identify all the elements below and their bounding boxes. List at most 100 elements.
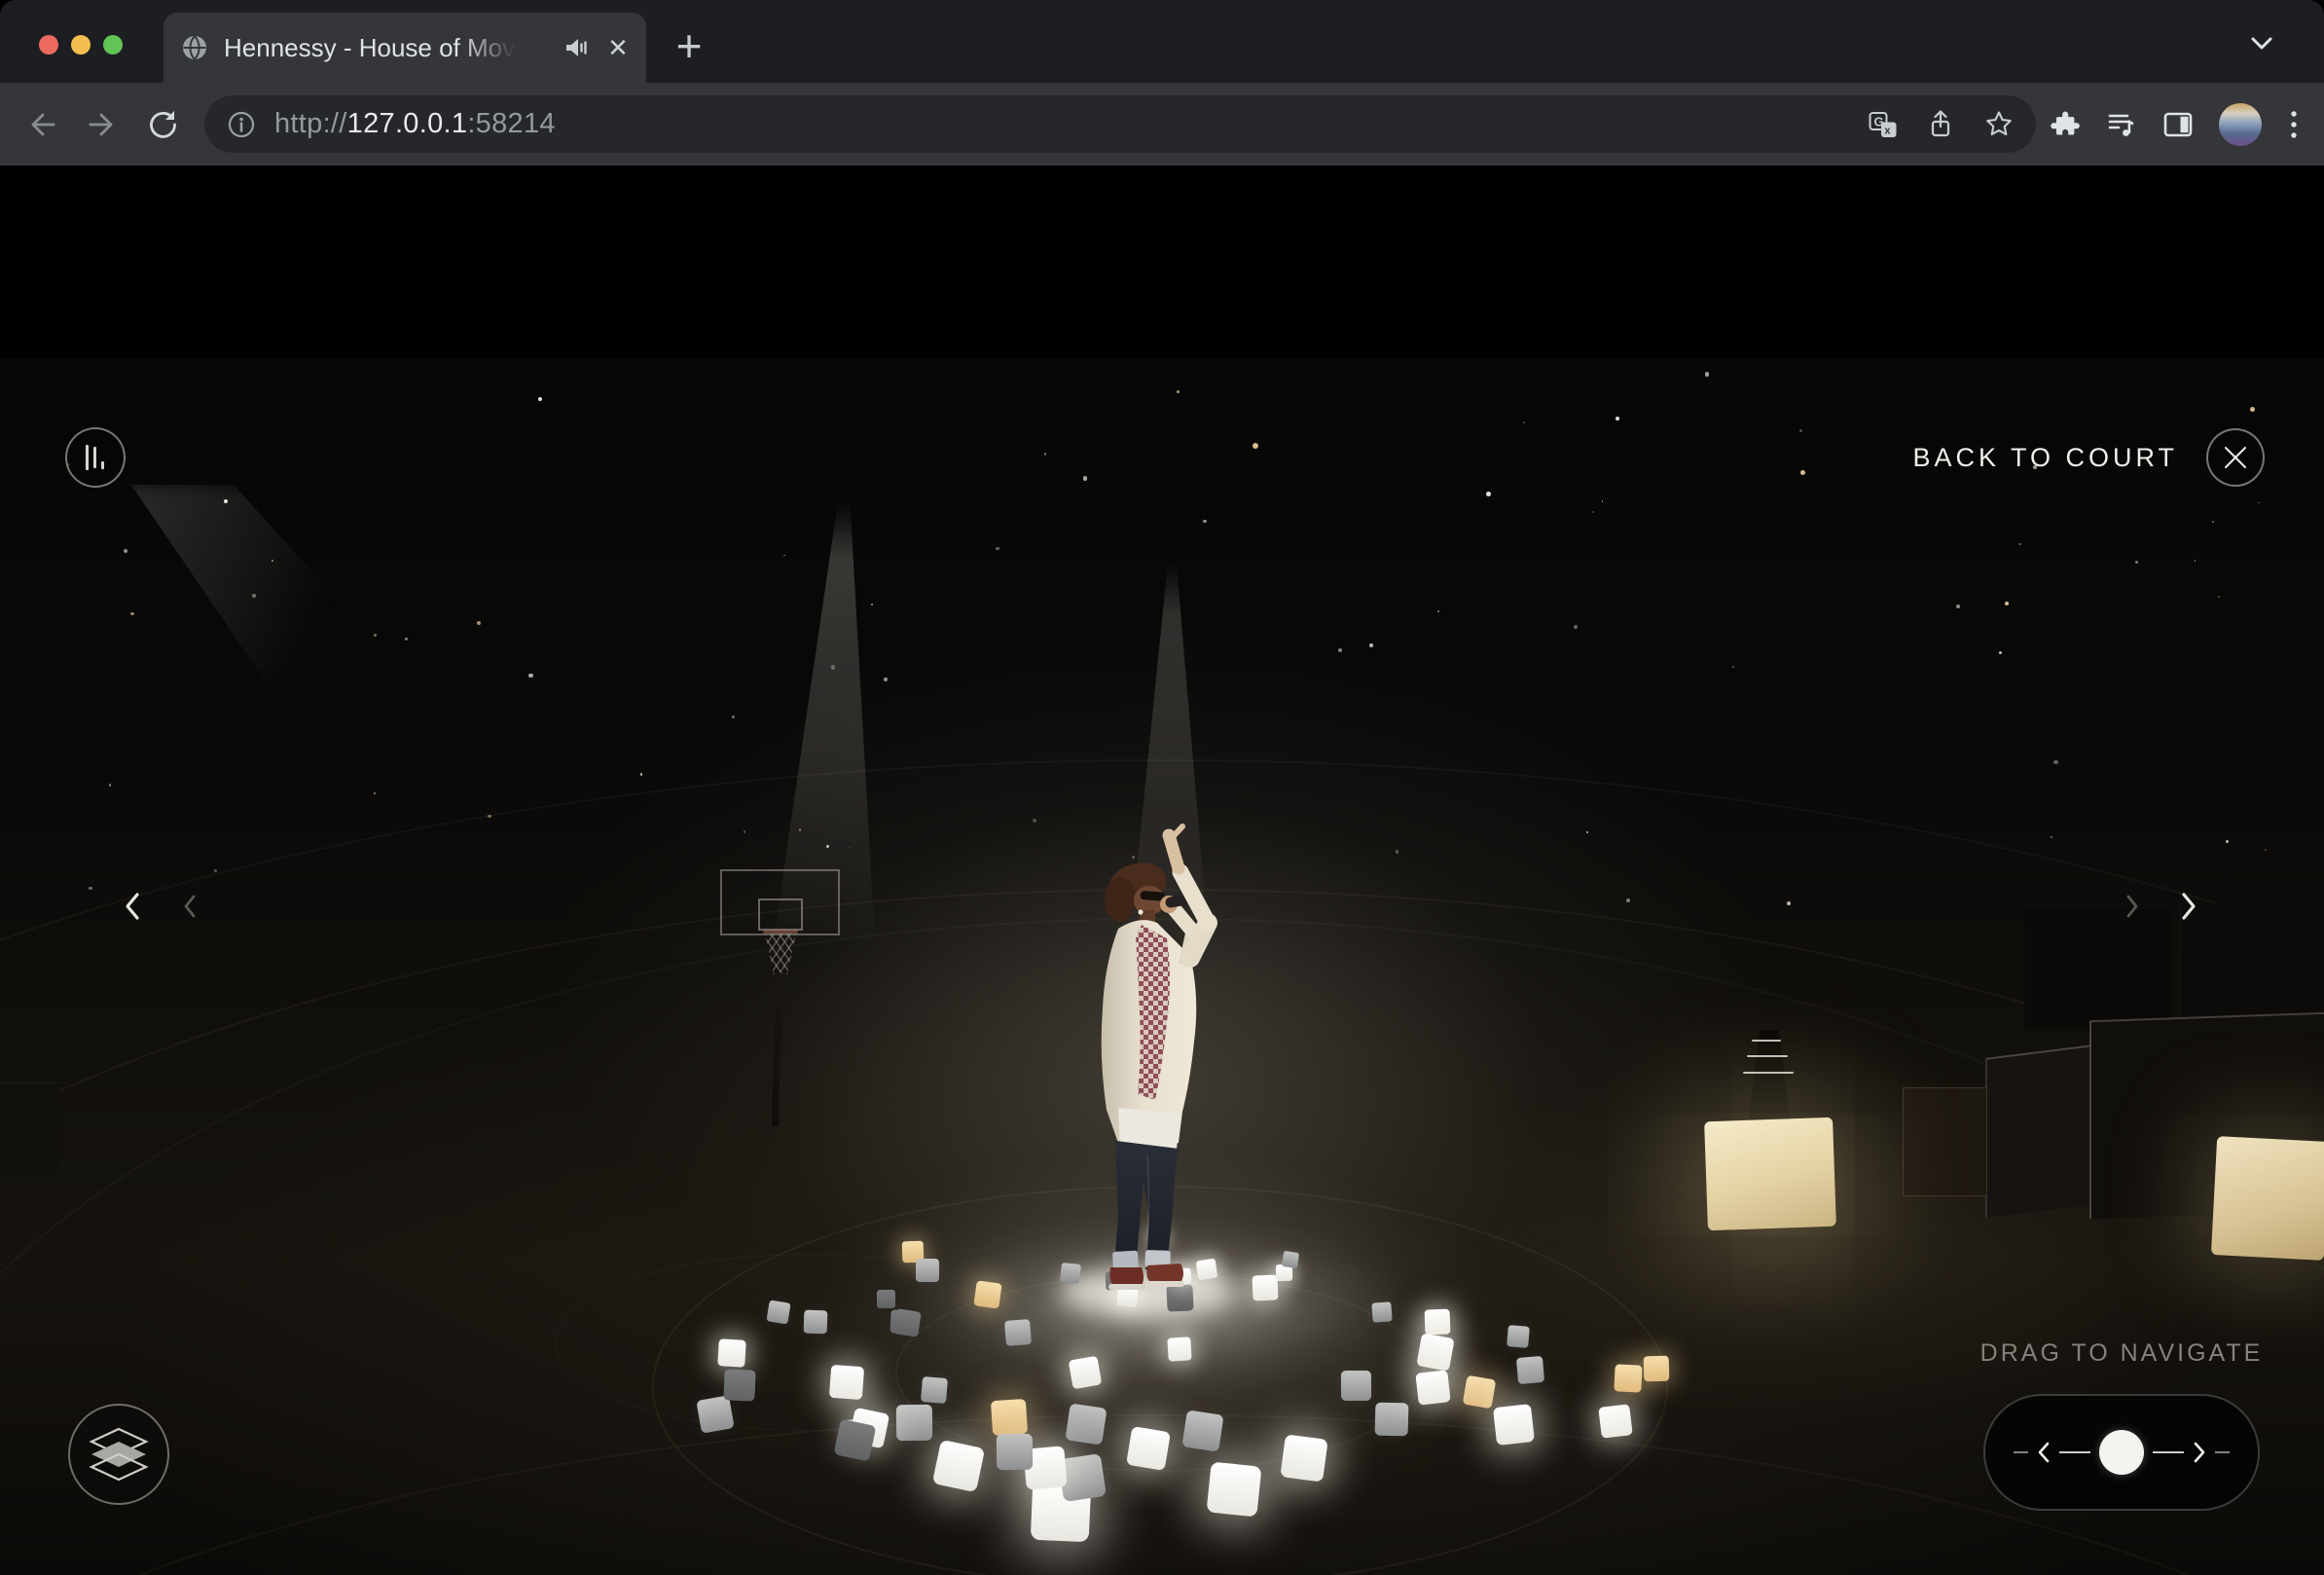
glow-cube <box>973 1280 1001 1308</box>
window-zoom-button[interactable] <box>103 35 123 55</box>
translate-icon[interactable]: G x <box>1869 110 1898 139</box>
basketball-hoop <box>720 869 895 1161</box>
rotate-right-button[interactable] <box>2180 892 2197 921</box>
bottle-highlight <box>1743 1072 1794 1074</box>
forward-button[interactable] <box>80 102 125 147</box>
glow-cube <box>1206 1461 1261 1517</box>
star <box>1616 417 1619 421</box>
glow-cube <box>1371 1301 1392 1322</box>
star <box>1044 453 1046 455</box>
star <box>89 887 91 890</box>
star <box>1083 476 1087 480</box>
glow-cube <box>1282 1251 1299 1268</box>
star <box>799 828 801 830</box>
window-minimize-button[interactable] <box>71 35 91 55</box>
glow-cube <box>1069 1356 1103 1390</box>
glow-cube <box>841 1418 873 1450</box>
drag-navigation-slider[interactable] <box>1983 1394 2260 1511</box>
bottle-highlight <box>1752 1040 1781 1042</box>
hoop-net <box>765 934 796 974</box>
star <box>405 638 408 641</box>
bottle-silhouette <box>1742 1030 1797 1121</box>
slider-track <box>2153 1451 2184 1453</box>
star <box>826 845 829 848</box>
star <box>2258 502 2260 504</box>
glow-cube <box>1416 1333 1454 1371</box>
threejs-canvas[interactable]: BACK TO COURT DRAG TO NAVIGATE <box>0 358 2324 1575</box>
slider-end-dash <box>2014 1451 2028 1453</box>
star <box>2135 561 2138 564</box>
bookmark-star-icon[interactable] <box>1983 109 2015 140</box>
star <box>1486 492 1491 496</box>
star <box>477 621 481 625</box>
star <box>783 555 785 557</box>
star <box>744 830 745 832</box>
back-button[interactable] <box>19 102 64 147</box>
audio-equalizer-button[interactable] <box>65 427 126 488</box>
star <box>252 594 256 598</box>
profile-avatar[interactable] <box>2219 103 2262 146</box>
share-icon[interactable] <box>1925 109 1956 140</box>
new-tab-button[interactable]: + <box>666 23 712 70</box>
glow-cube <box>877 1290 895 1308</box>
slider-end-dash <box>2215 1451 2230 1453</box>
glow-cube <box>1425 1308 1451 1335</box>
slider-knob[interactable] <box>2099 1430 2144 1475</box>
close-experience-button[interactable] <box>2206 428 2265 487</box>
star <box>640 773 643 776</box>
glow-cube <box>766 1300 790 1324</box>
url-port: :58214 <box>467 108 556 139</box>
star <box>1369 643 1373 647</box>
spotlight-beam <box>107 485 409 679</box>
glow-cube <box>890 1309 915 1335</box>
star <box>996 547 999 551</box>
star <box>1999 651 2002 654</box>
side-panel-icon[interactable] <box>2162 109 2194 140</box>
bottle-highlight <box>1747 1055 1788 1057</box>
equalizer-bars-icon <box>84 443 107 472</box>
glow-cube <box>1023 1446 1067 1489</box>
star <box>2195 560 2197 562</box>
star <box>1626 898 1630 902</box>
glow-cube <box>1167 1337 1191 1361</box>
glow-cube <box>717 1338 746 1368</box>
glow-cube <box>1644 1356 1670 1382</box>
browser-tab[interactable]: Hennessy - House of Move ✕ <box>163 13 646 83</box>
address-bar[interactable]: http://127.0.0.1:58214 G x <box>204 95 2036 153</box>
layers-button[interactable] <box>68 1404 169 1505</box>
star <box>488 815 490 818</box>
glow-cube <box>1065 1404 1107 1446</box>
glow-cube <box>724 1370 756 1402</box>
background-crate <box>2180 903 2324 1018</box>
media-controls-icon[interactable] <box>2106 109 2137 140</box>
court-arc <box>555 1254 1063 1431</box>
layers-icon <box>88 1427 150 1482</box>
star <box>884 678 888 681</box>
speaker-icon[interactable] <box>564 36 590 59</box>
chevron-left-icon <box>2037 1442 2051 1463</box>
star <box>732 715 735 718</box>
rotate-left-button[interactable] <box>124 892 141 921</box>
star <box>1574 625 1578 629</box>
performer <box>1056 816 1260 1312</box>
window-close-button[interactable] <box>39 35 58 55</box>
kebab-menu-icon[interactable] <box>2287 108 2301 141</box>
star <box>1799 429 1803 433</box>
star <box>1586 831 1589 834</box>
back-to-court-label[interactable]: BACK TO COURT <box>1912 440 2178 475</box>
extensions-puzzle-icon[interactable] <box>2050 109 2081 140</box>
star <box>2226 840 2229 843</box>
star <box>1787 901 1791 905</box>
window-controls <box>39 35 123 55</box>
rotate-right-secondary-chevron-icon <box>2124 894 2140 919</box>
star <box>374 792 376 794</box>
glow-cube <box>1615 1365 1643 1393</box>
star <box>2005 602 2009 605</box>
hoop-pole <box>772 972 782 1126</box>
glowing-pedestal-cube <box>1704 1117 1836 1231</box>
reload-button[interactable] <box>140 102 185 147</box>
tab-search-chevron-down-icon[interactable] <box>2250 37 2273 51</box>
tab-close-icon[interactable]: ✕ <box>603 33 633 62</box>
star <box>1705 372 1710 377</box>
site-info-icon[interactable] <box>226 109 257 140</box>
